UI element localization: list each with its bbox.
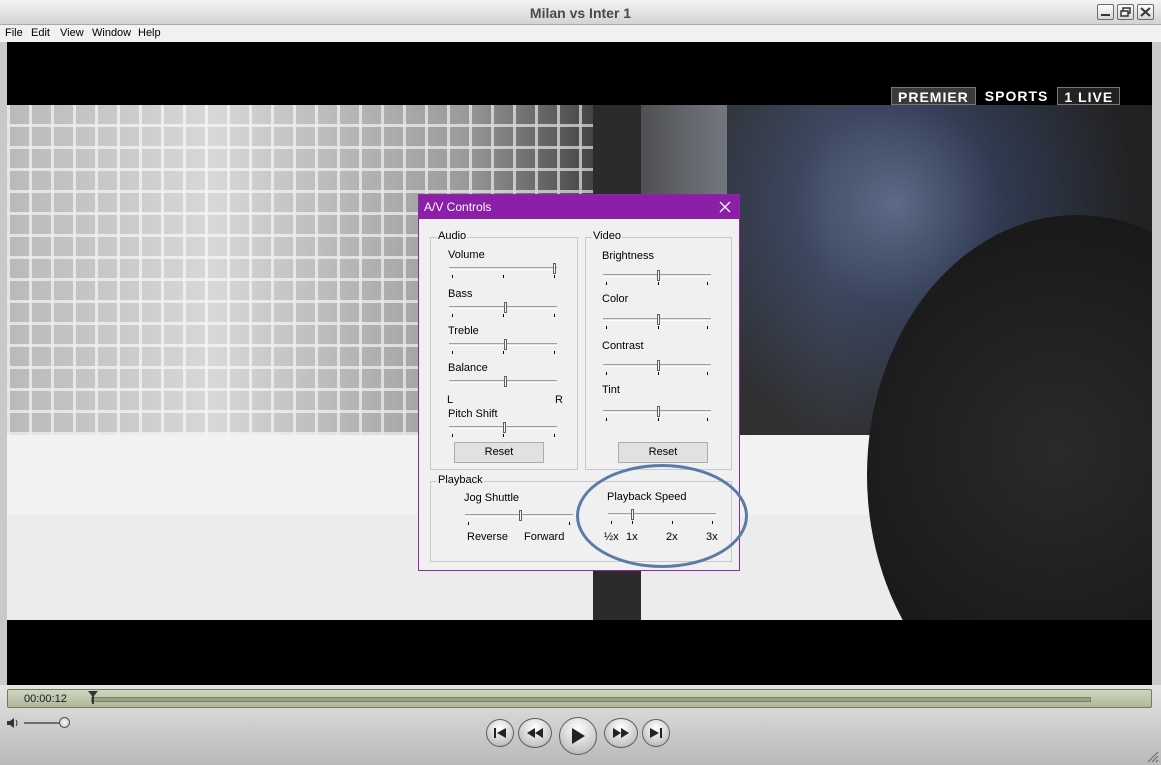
bass-track[interactable] bbox=[449, 306, 557, 309]
fast-forward-button[interactable] bbox=[604, 718, 638, 748]
color-label: Color bbox=[602, 293, 629, 305]
broadcast-logo: PREMIER SPORTS 1 LIVE bbox=[891, 87, 1121, 105]
title-bar: Milan vs Inter 1 bbox=[0, 0, 1161, 25]
forward-label: Forward bbox=[524, 531, 565, 543]
restore-button[interactable] bbox=[1117, 4, 1134, 20]
skip-back-button[interactable] bbox=[486, 719, 514, 747]
rewind-icon bbox=[527, 728, 543, 738]
video-group-label: Video bbox=[592, 230, 622, 242]
volume-track[interactable] bbox=[449, 267, 557, 270]
volume-thumb[interactable] bbox=[553, 263, 556, 274]
close-icon[interactable] bbox=[717, 199, 733, 215]
close-icon bbox=[1140, 7, 1151, 17]
jog-shuttle-label: Jog Shuttle bbox=[464, 492, 520, 504]
volume-knob[interactable] bbox=[59, 717, 70, 728]
timecode: 00:00:12 bbox=[24, 693, 67, 705]
skip-forward-button[interactable] bbox=[642, 719, 670, 747]
video-reset-button[interactable]: Reset bbox=[618, 442, 708, 463]
volume-icon[interactable] bbox=[6, 717, 20, 729]
restore-icon bbox=[1120, 7, 1131, 17]
playhead-icon[interactable] bbox=[88, 691, 98, 704]
balance-track[interactable] bbox=[449, 380, 557, 383]
progress-track[interactable] bbox=[91, 697, 1091, 702]
contrast-thumb[interactable] bbox=[657, 360, 660, 371]
pitch-shift-label: Pitch Shift bbox=[448, 408, 498, 420]
minimize-button[interactable] bbox=[1097, 4, 1114, 20]
menu-edit[interactable]: Edit bbox=[31, 27, 50, 39]
quicktime-player-window: Milan vs Inter 1 File Edit View Window H… bbox=[0, 0, 1161, 765]
brightness-label: Brightness bbox=[602, 250, 654, 262]
treble-track[interactable] bbox=[449, 343, 557, 346]
balance-label: Balance bbox=[448, 362, 488, 374]
tint-label: Tint bbox=[602, 384, 620, 396]
menu-help[interactable]: Help bbox=[138, 27, 161, 39]
menu-bar: File Edit View Window Help bbox=[0, 25, 1161, 42]
resize-grip-icon[interactable] bbox=[1145, 749, 1159, 763]
volume-label: Volume bbox=[448, 249, 485, 261]
av-dialog-title: A/V Controls bbox=[424, 200, 492, 214]
player-controls: 00:00:12 bbox=[0, 685, 1161, 765]
balance-thumb[interactable] bbox=[504, 376, 507, 387]
close-button[interactable] bbox=[1137, 4, 1154, 20]
menu-file[interactable]: File bbox=[5, 27, 23, 39]
brightness-thumb[interactable] bbox=[657, 270, 660, 281]
audio-reset-button[interactable]: Reset bbox=[454, 442, 544, 463]
treble-thumb[interactable] bbox=[504, 339, 507, 350]
highlight-ellipse bbox=[576, 464, 748, 568]
jog-shuttle-thumb[interactable] bbox=[519, 510, 522, 521]
tint-thumb[interactable] bbox=[657, 406, 660, 417]
logo-live: 1 LIVE bbox=[1057, 87, 1121, 105]
bass-label: Bass bbox=[448, 288, 473, 300]
treble-label: Treble bbox=[448, 325, 479, 337]
menu-view[interactable]: View bbox=[60, 27, 84, 39]
balance-left-label: L bbox=[447, 394, 454, 406]
time-bar: 00:00:12 bbox=[7, 689, 1152, 708]
video-group: Video Brightness Color Contrast Tint Res… bbox=[585, 230, 732, 470]
pitch-shift-thumb[interactable] bbox=[503, 422, 506, 433]
logo-premier: PREMIER bbox=[891, 87, 976, 105]
menu-window[interactable]: Window bbox=[92, 27, 131, 39]
play-icon bbox=[572, 728, 585, 744]
playback-group-label: Playback bbox=[437, 474, 484, 486]
window-title: Milan vs Inter 1 bbox=[529, 5, 632, 21]
audio-group-label: Audio bbox=[437, 230, 468, 242]
contrast-label: Contrast bbox=[602, 340, 644, 352]
color-thumb[interactable] bbox=[657, 314, 660, 325]
audio-group: Audio Volume Bass Treble Balance L R Pit… bbox=[430, 230, 578, 470]
rewind-button[interactable] bbox=[518, 718, 552, 748]
fast-forward-icon bbox=[613, 728, 629, 738]
play-button[interactable] bbox=[559, 717, 597, 755]
skip-forward-icon bbox=[650, 728, 662, 738]
bass-thumb[interactable] bbox=[504, 302, 507, 313]
minimize-icon bbox=[1101, 14, 1110, 16]
reverse-label: Reverse bbox=[467, 531, 508, 543]
balance-right-label: R bbox=[555, 394, 563, 406]
av-dialog-titlebar: A/V Controls bbox=[419, 195, 739, 219]
skip-back-icon bbox=[494, 728, 506, 738]
logo-sports: SPORTS bbox=[984, 88, 1049, 104]
